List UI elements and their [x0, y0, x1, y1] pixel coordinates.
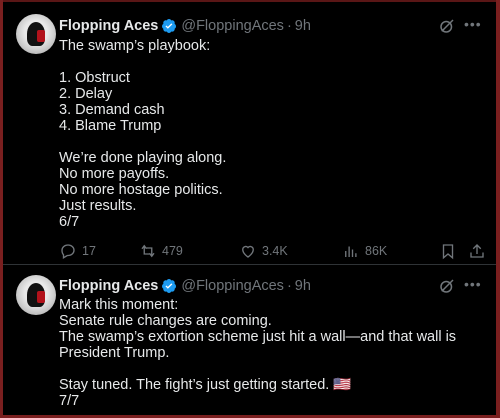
- like-count: 3.4K: [262, 244, 288, 258]
- post-text: The swamp’s playbook: 1. Obstruct 2. Del…: [59, 38, 227, 230]
- repost-count: 479: [162, 244, 183, 258]
- post-7-of-7[interactable]: Flopping Aces @FloppingAces · 9h ••• Mar…: [3, 265, 496, 415]
- grok-icon[interactable]: [438, 277, 456, 295]
- repost-icon: [141, 244, 155, 258]
- like-icon: [242, 245, 254, 258]
- author-handle[interactable]: @FloppingAces: [181, 18, 284, 34]
- timestamp[interactable]: 9h: [295, 278, 311, 294]
- verified-badge-icon: [162, 19, 177, 33]
- post-header: Flopping Aces @FloppingAces · 9h: [59, 277, 311, 295]
- reply-icon: [61, 244, 75, 259]
- post-actions: 17 479 3.4K 86K: [59, 242, 491, 262]
- bookmark-button[interactable]: [439, 242, 462, 260]
- more-icon[interactable]: •••: [464, 16, 484, 34]
- grok-icon[interactable]: [438, 17, 456, 35]
- window-frame-right: [496, 0, 500, 418]
- reply-count: 17: [82, 244, 96, 258]
- repost-button[interactable]: 479: [139, 242, 183, 260]
- post-text: Mark this moment: Senate rule changes ar…: [59, 297, 457, 409]
- avatar-accent: [37, 30, 45, 42]
- author-handle[interactable]: @FloppingAces: [181, 278, 284, 294]
- like-button[interactable]: 3.4K: [239, 242, 288, 260]
- separator: ·: [286, 278, 292, 294]
- reply-button[interactable]: 17: [59, 242, 96, 260]
- timestamp[interactable]: 9h: [295, 18, 311, 34]
- bookmark-icon: [442, 244, 454, 260]
- verified-badge-icon: [162, 279, 177, 293]
- views-button[interactable]: 86K: [342, 242, 387, 260]
- share-icon: [470, 244, 484, 258]
- post-header: Flopping Aces @FloppingAces · 9h: [59, 17, 311, 35]
- views-icon: [345, 246, 357, 257]
- separator: ·: [286, 18, 292, 34]
- more-icon[interactable]: •••: [464, 276, 484, 294]
- avatar[interactable]: [16, 275, 56, 315]
- share-button[interactable]: [468, 242, 491, 260]
- avatar[interactable]: [16, 14, 56, 54]
- avatar-accent: [37, 291, 45, 303]
- post-6-of-7[interactable]: Flopping Aces @FloppingAces · 9h ••• The…: [3, 2, 496, 265]
- author-name[interactable]: Flopping Aces: [59, 18, 158, 34]
- views-count: 86K: [365, 244, 388, 258]
- author-name[interactable]: Flopping Aces: [59, 278, 158, 294]
